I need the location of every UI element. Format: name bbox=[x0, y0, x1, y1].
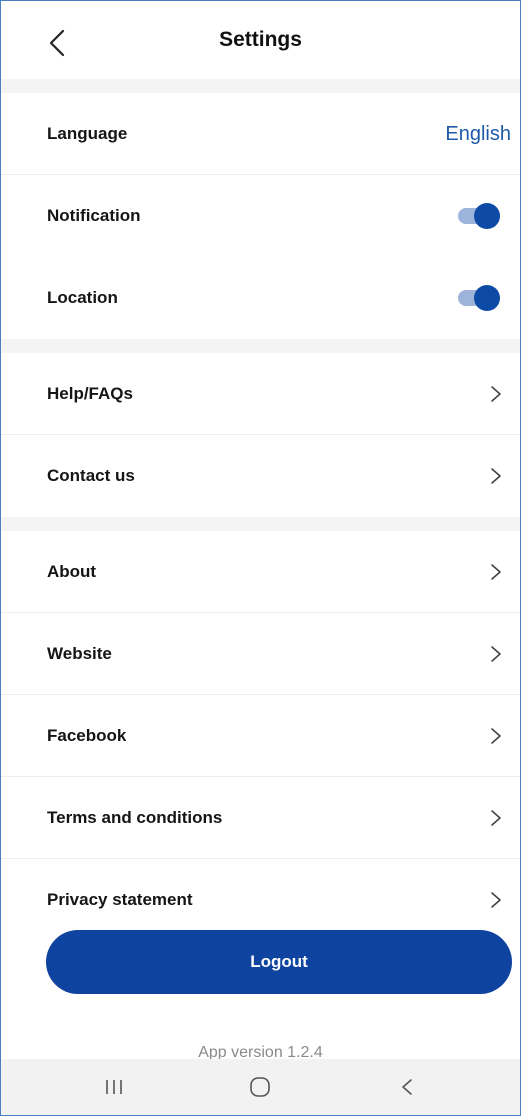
about-label: About bbox=[47, 562, 97, 581]
language-value[interactable]: English bbox=[445, 123, 511, 146]
location-row: Location bbox=[1, 257, 520, 339]
privacy-label: Privacy statement bbox=[47, 890, 193, 909]
system-nav-bar bbox=[1, 1059, 520, 1115]
help-faqs-row[interactable]: Help/FAQs bbox=[1, 353, 520, 435]
nav-back-button[interactable] bbox=[377, 1067, 437, 1107]
app-header: Settings bbox=[1, 1, 520, 79]
preferences-section: Language English Notification Location bbox=[1, 93, 520, 339]
recent-apps-icon bbox=[106, 1080, 122, 1094]
notification-label: Notification bbox=[47, 206, 141, 225]
terms-row[interactable]: Terms and conditions bbox=[1, 777, 520, 859]
chevron-right-icon bbox=[491, 386, 501, 402]
contact-us-label: Contact us bbox=[47, 466, 135, 485]
back-icon bbox=[402, 1079, 412, 1095]
facebook-row[interactable]: Facebook bbox=[1, 695, 520, 777]
chevron-right-icon bbox=[491, 810, 501, 826]
contact-us-row[interactable]: Contact us bbox=[1, 435, 520, 517]
section-gap bbox=[1, 79, 520, 93]
website-row[interactable]: Website bbox=[1, 613, 520, 695]
chevron-right-icon bbox=[491, 892, 501, 908]
section-gap bbox=[1, 339, 520, 353]
recent-apps-button[interactable] bbox=[84, 1067, 144, 1107]
info-section: About Website Facebook Terms and conditi… bbox=[1, 531, 520, 941]
page-title: Settings bbox=[219, 28, 302, 51]
website-label: Website bbox=[47, 644, 112, 663]
location-toggle[interactable] bbox=[456, 285, 500, 311]
support-section: Help/FAQs Contact us bbox=[1, 353, 520, 517]
settings-screen: Settings Language English Notification L… bbox=[0, 0, 521, 1116]
chevron-right-icon bbox=[491, 564, 501, 580]
location-label: Location bbox=[47, 288, 118, 307]
privacy-row[interactable]: Privacy statement bbox=[1, 859, 520, 941]
notification-row: Notification bbox=[1, 175, 520, 257]
toggle-thumb bbox=[474, 203, 500, 229]
facebook-label: Facebook bbox=[47, 726, 127, 745]
home-icon bbox=[250, 1077, 271, 1097]
logout-button[interactable]: Logout bbox=[46, 930, 512, 994]
chevron-right-icon bbox=[491, 728, 501, 744]
toggle-thumb bbox=[474, 285, 500, 311]
home-button[interactable] bbox=[230, 1067, 290, 1107]
language-label: Language bbox=[47, 124, 128, 143]
terms-label: Terms and conditions bbox=[47, 808, 223, 827]
help-faqs-label: Help/FAQs bbox=[47, 384, 133, 403]
language-row[interactable]: Language English bbox=[1, 93, 520, 175]
notification-toggle[interactable] bbox=[456, 203, 500, 229]
section-gap bbox=[1, 517, 520, 531]
chevron-right-icon bbox=[491, 646, 501, 662]
chevron-right-icon bbox=[491, 468, 501, 484]
about-row[interactable]: About bbox=[1, 531, 520, 613]
